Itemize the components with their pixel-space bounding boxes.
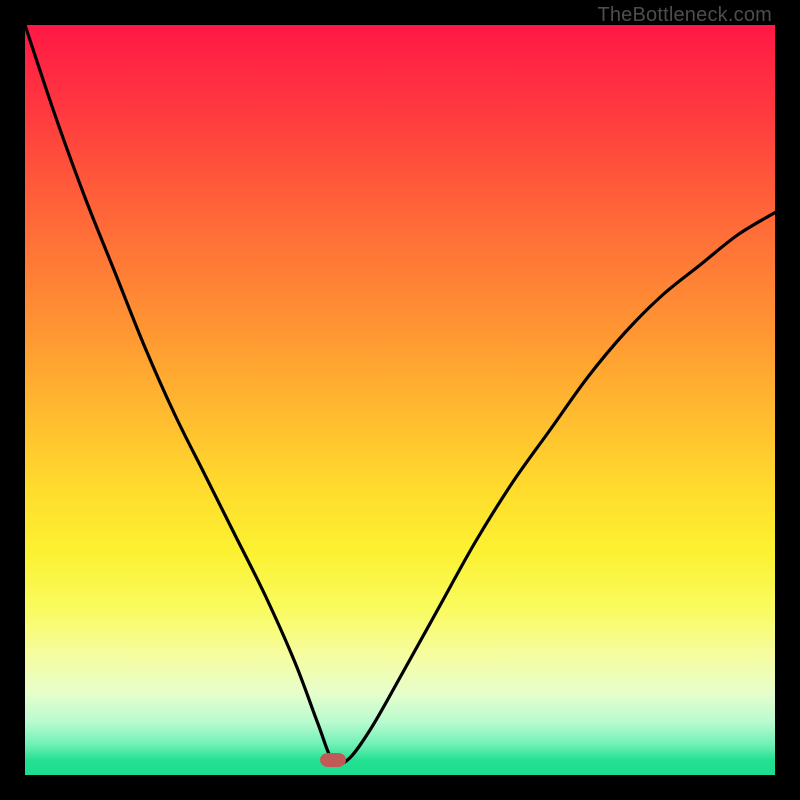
bottleneck-curve xyxy=(25,25,775,775)
optimum-marker xyxy=(320,753,346,767)
chart-frame: TheBottleneck.com xyxy=(0,0,800,800)
chart-plot-area xyxy=(25,25,775,775)
attribution-text: TheBottleneck.com xyxy=(597,4,772,27)
